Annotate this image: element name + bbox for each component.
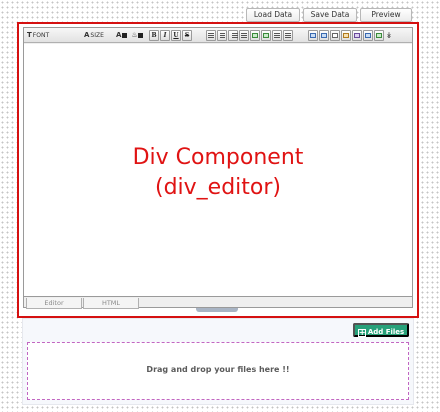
plus-icon: + bbox=[357, 328, 366, 337]
component-caption: Div Component (div_editor) bbox=[24, 143, 412, 203]
underline-button[interactable]: U bbox=[171, 30, 181, 41]
align-right-button[interactable] bbox=[228, 30, 238, 41]
align-center-icon bbox=[219, 33, 225, 38]
resize-handle[interactable] bbox=[196, 308, 238, 312]
align-left-button[interactable] bbox=[206, 30, 216, 41]
insert-link-button[interactable] bbox=[319, 30, 329, 41]
indent-icon bbox=[263, 33, 269, 38]
dropzone-text: Drag and drop your files here !! bbox=[146, 365, 290, 374]
source-code-icon bbox=[376, 33, 382, 38]
align-center-button[interactable] bbox=[217, 30, 227, 41]
justify-button[interactable] bbox=[239, 30, 249, 41]
add-files-button[interactable]: + Add Files bbox=[353, 323, 409, 337]
italic-button[interactable]: I bbox=[160, 30, 170, 41]
align-left-icon bbox=[208, 33, 214, 38]
insert-image-button[interactable] bbox=[308, 30, 318, 41]
background-color-button[interactable]: ♨ bbox=[131, 30, 143, 41]
special-char-icon bbox=[343, 33, 349, 38]
justify-icon bbox=[241, 33, 247, 38]
chevron-double-down-icon[interactable]: ↡ bbox=[385, 30, 393, 41]
rich-text-editor: TFONT ASIZE A ♨ B I U S ↡ Div Component … bbox=[23, 27, 413, 309]
font-select[interactable]: TFONT bbox=[27, 30, 49, 41]
outdent-icon bbox=[252, 33, 258, 38]
caption-title: Div Component bbox=[132, 145, 304, 170]
text-color-icon: A bbox=[116, 31, 122, 39]
unordered-list-button[interactable] bbox=[283, 30, 293, 41]
link-icon bbox=[321, 33, 327, 38]
align-right-icon bbox=[232, 33, 238, 38]
source-code-button[interactable] bbox=[374, 30, 384, 41]
tab-editor[interactable]: Editor bbox=[26, 298, 82, 309]
div-component-container: TFONT ASIZE A ♨ B I U S ↡ Div Component … bbox=[17, 22, 419, 318]
font-icon: T bbox=[27, 31, 32, 39]
size-label: ASIZE bbox=[84, 30, 104, 41]
file-upload-panel: + Add Files Drag and drop your files here… bbox=[22, 318, 414, 405]
editor-content-area[interactable]: Div Component (div_editor) bbox=[24, 44, 412, 297]
indent-button[interactable] bbox=[261, 30, 271, 41]
insert-hr-button[interactable] bbox=[363, 30, 373, 41]
bold-button[interactable]: B bbox=[149, 30, 159, 41]
insert-table-button[interactable] bbox=[330, 30, 340, 41]
background-color-swatch bbox=[137, 33, 143, 38]
editor-toolbar: TFONT ASIZE A ♨ B I U S ↡ bbox=[24, 28, 412, 43]
add-files-label: Add Files bbox=[367, 328, 405, 336]
size-select[interactable]: ASIZE bbox=[84, 30, 104, 41]
text-color-swatch bbox=[122, 33, 128, 38]
insert-special-char-button[interactable] bbox=[341, 30, 351, 41]
text-color-button[interactable]: A bbox=[116, 30, 128, 41]
font-select-text: FONT bbox=[32, 32, 50, 39]
editor-mode-tabs: Editor HTML bbox=[26, 298, 139, 309]
unordered-list-icon bbox=[285, 33, 291, 38]
horizontal-rule-icon bbox=[365, 33, 371, 38]
save-data-button[interactable]: Save Data bbox=[303, 8, 357, 22]
strikethrough-button[interactable]: S bbox=[182, 30, 192, 41]
ordered-list-button[interactable] bbox=[272, 30, 282, 41]
insert-media-button[interactable] bbox=[352, 30, 362, 41]
caption-subtitle: (div_editor) bbox=[154, 175, 281, 200]
table-icon bbox=[332, 33, 338, 38]
media-icon bbox=[354, 33, 360, 38]
preview-button[interactable]: Preview bbox=[360, 8, 412, 22]
image-icon bbox=[310, 33, 316, 38]
font-size-icon: A bbox=[84, 31, 90, 39]
tab-html[interactable]: HTML bbox=[83, 298, 139, 309]
ordered-list-icon bbox=[274, 33, 280, 38]
file-dropzone[interactable]: Drag and drop your files here !! bbox=[27, 342, 409, 400]
outdent-button[interactable] bbox=[250, 30, 260, 41]
font-label: TFONT bbox=[27, 30, 49, 41]
size-select-text: SIZE bbox=[90, 32, 104, 39]
load-data-button[interactable]: Load Data bbox=[246, 8, 300, 22]
